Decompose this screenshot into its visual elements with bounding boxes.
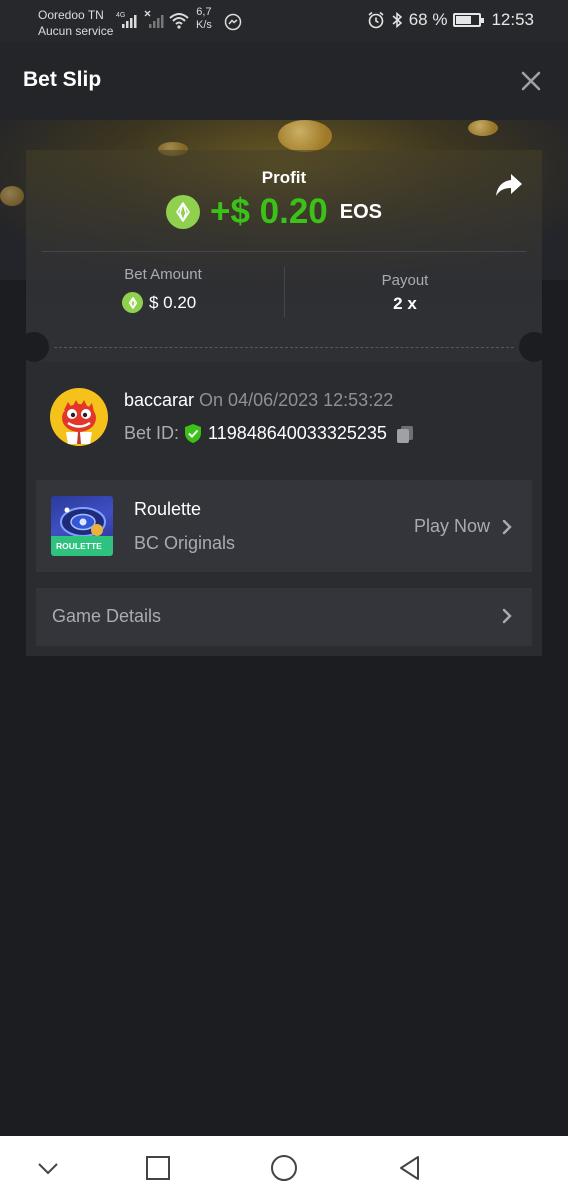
page-title: Bet Slip [23, 68, 102, 91]
back-triangle-icon[interactable] [396, 1154, 424, 1182]
no-signal-icon [144, 10, 164, 28]
coin-decoration [278, 120, 332, 152]
eos-coin-icon [122, 292, 143, 313]
payout-label: Payout [381, 272, 429, 289]
divider [284, 267, 285, 317]
status-right: 68 % 12:53 [367, 10, 534, 30]
game-details-label: Game Details [52, 606, 162, 626]
game-thumbnail: ROULETTE [51, 496, 113, 556]
profit-label: Profit [261, 168, 307, 187]
bet-timestamp: On 04/06/2023 12:53:22 [199, 390, 394, 410]
play-now-label: Play Now [413, 516, 490, 536]
bet-user-line: baccarar On 04/06/2023 12:53:22 [124, 390, 393, 411]
messenger-icon [224, 13, 242, 31]
bet-amount-value: $ 0.20 [149, 292, 197, 312]
battery-percent: 68 % [408, 10, 448, 29]
carrier-name: Ooredoo TN [38, 8, 104, 22]
wifi-icon [169, 13, 189, 29]
network-type-label: 4G [116, 12, 125, 19]
bet-id-line: Bet ID: 119848640033325235 [124, 423, 415, 444]
coin-decoration [468, 120, 498, 136]
profit-currency: EOS [339, 200, 382, 223]
chevron-right-icon [502, 519, 512, 534]
close-icon[interactable] [520, 70, 542, 92]
avatar [50, 388, 108, 446]
play-now-button[interactable]: Play Now [414, 516, 512, 537]
ticket-notch [519, 332, 549, 362]
game-provider: BC Originals [134, 533, 236, 553]
bet-amount-label: Bet Amount [124, 266, 202, 283]
carrier-info: Ooredoo TN Aucun service [38, 7, 113, 39]
clock: 12:53 [491, 10, 534, 29]
bet-id-value: 119848640033325235 [208, 423, 387, 443]
bet-id-label: Bet ID: [124, 423, 180, 443]
profit-value: +$ 0.20 [210, 192, 328, 231]
game-card[interactable]: ROULETTE Roulette BC Originals Play Now [36, 480, 532, 572]
game-details-row[interactable]: Game Details [36, 588, 532, 646]
dashed-separator [54, 347, 514, 348]
bet-slip-screen: Ooredoo TN Aucun service 4G 6,7 K/s 68 %… [0, 0, 568, 1200]
ticket-notch [19, 332, 49, 362]
system-nav-bar [0, 1136, 568, 1200]
chevron-right-icon [502, 608, 512, 624]
copy-icon[interactable] [395, 424, 415, 444]
recents-square-icon[interactable] [144, 1154, 172, 1182]
payout-value: 2 x [393, 294, 417, 313]
home-circle-icon[interactable] [270, 1154, 298, 1182]
alarm-icon [368, 11, 384, 29]
game-name: Roulette [134, 499, 202, 519]
battery-icon [453, 13, 485, 27]
signal-strength-icon: 4G [116, 12, 137, 28]
profit-row: +$ 0.20 EOS [166, 192, 382, 232]
bet-amount: $ 0.20 [122, 292, 196, 313]
network-speed: 6,7 K/s [196, 6, 212, 32]
divider [42, 251, 526, 252]
game-thumb-text: ROULETTE [56, 541, 102, 551]
verified-shield-icon [185, 424, 202, 443]
coin-decoration [0, 186, 24, 206]
network-speed-unit: K/s [196, 19, 212, 31]
status-bar: Ooredoo TN Aucun service 4G 6,7 K/s 68 %… [0, 0, 568, 42]
share-icon[interactable] [494, 172, 524, 198]
bluetooth-icon [392, 11, 402, 29]
username[interactable]: baccarar [124, 390, 194, 410]
modal-header: Bet Slip [0, 42, 568, 120]
chevron-down-icon[interactable] [34, 1154, 62, 1182]
eos-coin-icon [166, 195, 200, 229]
service-status: Aucun service [38, 24, 114, 38]
network-speed-value: 6,7 [196, 6, 212, 18]
